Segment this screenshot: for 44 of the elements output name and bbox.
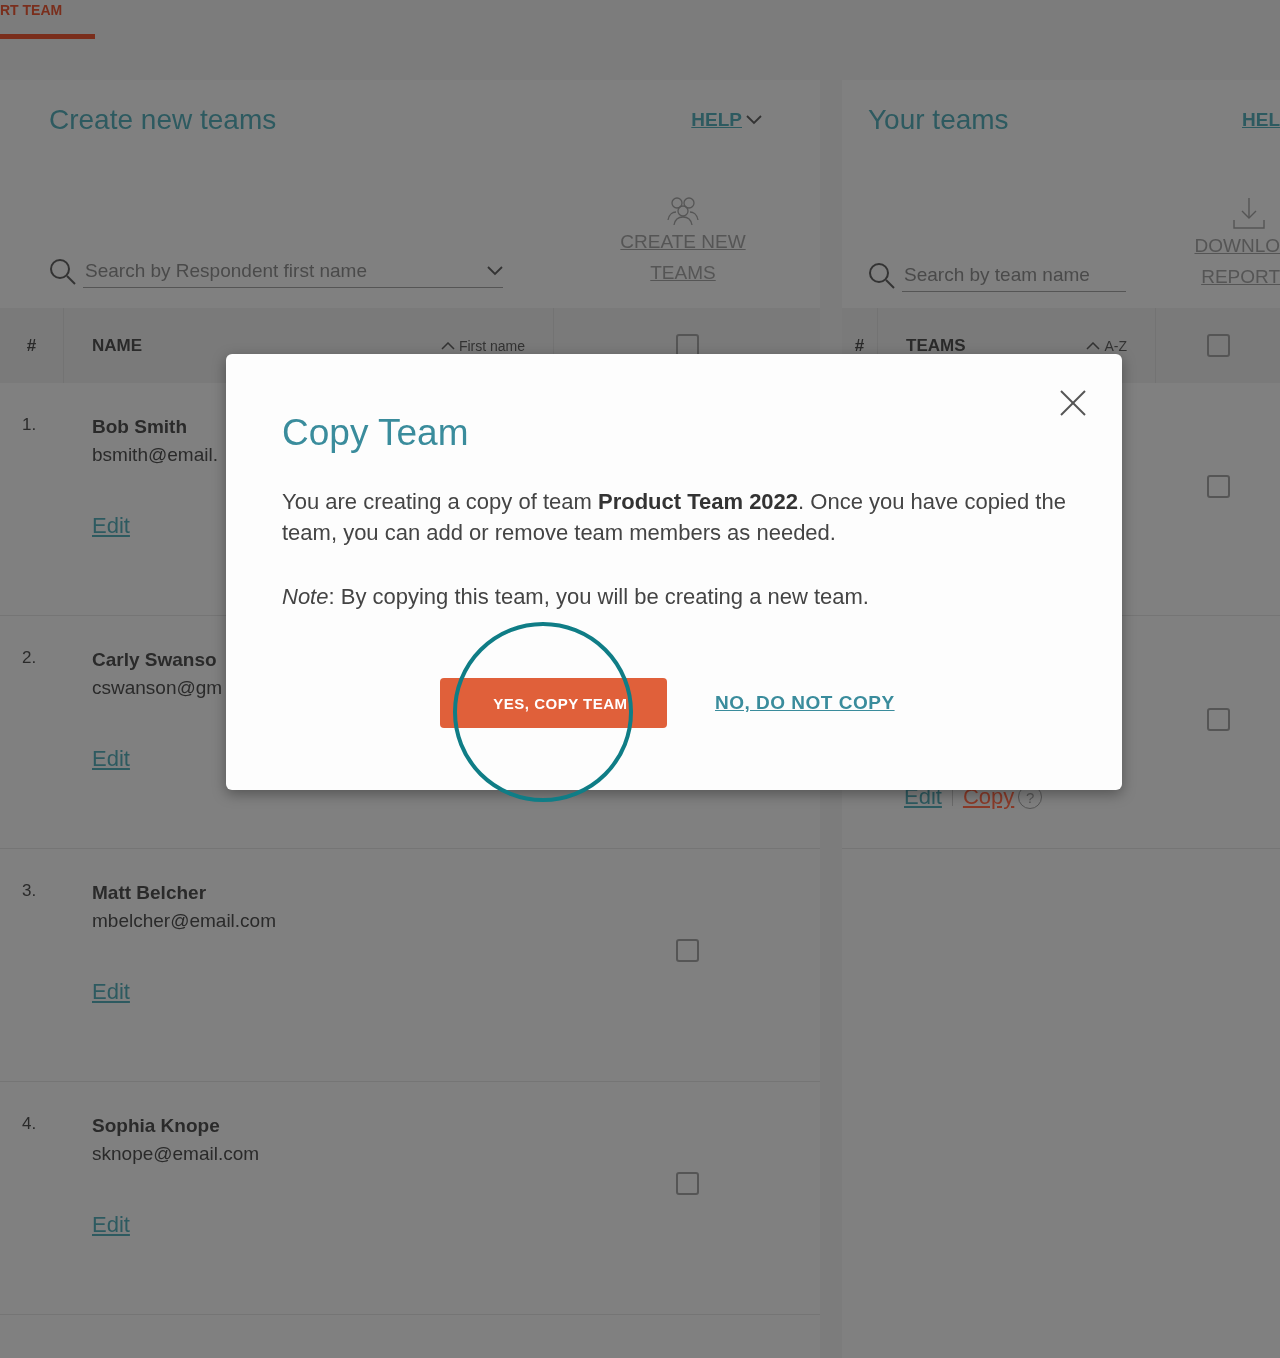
row-number: 3. bbox=[21, 880, 38, 902]
respondent-email: mbelcher@email.com bbox=[92, 909, 276, 933]
respondent-name: Matt Belcher bbox=[92, 881, 207, 905]
search-icon bbox=[868, 261, 896, 290]
dialog-message: You are creating a copy of team Product Team 2022. Once you have copied the team, you can add or remove team members as needed. bbox=[282, 488, 1066, 547]
confirm-button[interactable]: YES, COPY TEAM bbox=[440, 678, 667, 728]
team-tab[interactable]: RT TEAM bbox=[0, 2, 63, 18]
dialog-note: Note: By copying this team, you will be creating a new team. bbox=[282, 583, 870, 611]
respondent-email: cswanson@gm bbox=[92, 676, 223, 700]
respondent-name: Carly Swanso bbox=[92, 648, 217, 672]
edit-link[interactable]: Edit bbox=[92, 979, 130, 1004]
row-number: 1. bbox=[21, 414, 38, 436]
respondent-name: Bob Smith bbox=[92, 415, 187, 439]
edit-link[interactable]: Edit bbox=[92, 1212, 130, 1237]
checkbox[interactable] bbox=[1206, 475, 1230, 498]
checkbox[interactable] bbox=[675, 939, 699, 962]
help-link[interactable]: HEL bbox=[1242, 109, 1280, 131]
respondent-email: bsmith@email. bbox=[92, 443, 218, 467]
dropdown-chevron-icon bbox=[487, 266, 503, 276]
panel-title: Create new teams bbox=[49, 104, 277, 136]
column-header: # bbox=[26, 335, 37, 356]
chevron-down-icon bbox=[746, 115, 762, 125]
row-number: 2. bbox=[21, 647, 38, 669]
column-header: NAME bbox=[92, 335, 143, 356]
edit-link[interactable]: Edit bbox=[92, 513, 130, 538]
checkbox[interactable] bbox=[1206, 334, 1230, 357]
panel-title: Your teams bbox=[868, 104, 1009, 136]
sort-control[interactable]: First name bbox=[440, 337, 525, 354]
download-icon bbox=[1232, 196, 1266, 230]
checkbox[interactable] bbox=[1206, 708, 1230, 731]
column-header: TEAMS bbox=[906, 335, 966, 356]
search-icon bbox=[49, 257, 77, 286]
cancel-link[interactable]: NO, DO NOT COPY bbox=[715, 692, 895, 714]
respondent-email: sknope@email.com bbox=[92, 1142, 260, 1166]
checkbox[interactable] bbox=[675, 1172, 699, 1195]
edit-link[interactable]: Edit bbox=[92, 746, 130, 771]
sort-control[interactable]: A-Z bbox=[1086, 337, 1127, 354]
respondent-name: Sophia Knope bbox=[92, 1114, 220, 1138]
people-icon bbox=[666, 196, 700, 226]
close-button[interactable] bbox=[1058, 388, 1088, 418]
dialog-title: Copy Team bbox=[282, 412, 470, 454]
help-link[interactable]: HELP bbox=[691, 109, 762, 131]
column-header: # bbox=[854, 335, 865, 356]
row-number: 4. bbox=[21, 1113, 38, 1135]
